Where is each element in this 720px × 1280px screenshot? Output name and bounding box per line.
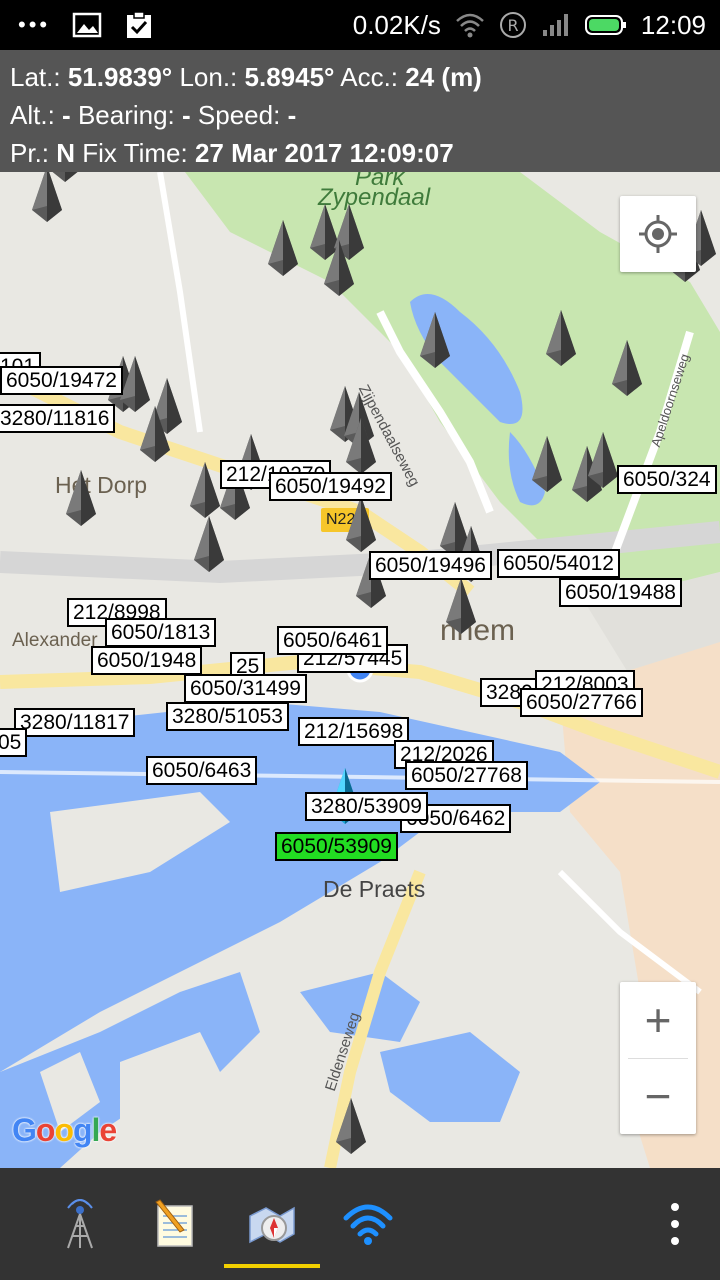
- cell-label[interactable]: 6050/6461: [277, 626, 389, 655]
- pr-label: Pr.:: [10, 138, 50, 168]
- acc-label: Acc.:: [340, 62, 399, 92]
- alt-value: -: [62, 100, 71, 130]
- overflow-dot: [671, 1202, 679, 1211]
- cell-label[interactable]: 6050/324: [617, 465, 717, 494]
- place-label-de-praets: De Praets: [323, 876, 426, 902]
- cell-label[interactable]: 6050/19488: [559, 578, 682, 607]
- cell-tower-pin-icon[interactable]: [346, 418, 376, 474]
- cell-label[interactable]: 6050/1948: [91, 646, 203, 675]
- cell-tower-pin-icon[interactable]: [346, 496, 376, 552]
- fix-time-value: 27 Mar 2017 12:09:07: [194, 138, 454, 168]
- location-info-panel: Lat.: 51.9839° Lon.: 5.8945° Acc.: 24 (m…: [0, 50, 720, 172]
- cell-tower-pin-icon[interactable]: [546, 310, 576, 366]
- info-row-fix: Pr.: N Fix Time: 27 Mar 2017 12:09:07: [10, 134, 710, 172]
- wifi-tab-icon: [343, 1204, 393, 1245]
- overflow-dot: [671, 1237, 679, 1246]
- cell-tower-pin-icon[interactable]: [268, 220, 298, 276]
- tab-cell-towers[interactable]: [50, 1194, 110, 1254]
- clipboard-check-icon: [127, 11, 152, 38]
- clock: 12:09: [640, 9, 706, 40]
- acc-value: 24 (m): [405, 62, 482, 92]
- bearing-value: -: [182, 100, 191, 130]
- cell-label[interactable]: 05: [0, 728, 28, 757]
- cell-tower-pin-icon[interactable]: [190, 462, 220, 518]
- cell-label[interactable]: 6050/31499: [184, 674, 307, 703]
- status-bar: ••• 0.02K/s R 12:09: [0, 0, 720, 50]
- zoom-out-button[interactable]: −: [620, 1059, 696, 1135]
- svg-text:R: R: [507, 16, 518, 35]
- more-vert-icon[interactable]: [660, 1198, 690, 1250]
- info-row-position: Lat.: 51.9839° Lon.: 5.8945° Acc.: 24 (m…: [10, 58, 710, 96]
- wifi-icon: [456, 13, 484, 38]
- cell-label[interactable]: 3280/53909: [305, 792, 428, 821]
- place-label-alexander: Alexander: [12, 630, 98, 651]
- lon-value: 5.8945°: [244, 62, 335, 92]
- gallery-icon: [72, 12, 102, 38]
- bottom-navigation: [0, 1168, 720, 1280]
- google-logo-text: Google: [12, 1112, 117, 1148]
- cell-tower-icon: [67, 1199, 93, 1249]
- tab-map[interactable]: [242, 1194, 302, 1254]
- cell-label[interactable]: 3280/51053: [166, 702, 289, 731]
- cell-label[interactable]: 6050/27768: [405, 761, 528, 790]
- cell-tower-pin-icon[interactable]: [32, 172, 62, 222]
- signal-icon: [542, 14, 568, 36]
- cell-label[interactable]: 6050/19472: [0, 366, 123, 395]
- cell-label[interactable]: 6050/27766: [520, 688, 643, 717]
- crosshair-icon: [639, 215, 677, 253]
- cell-tower-pin-icon[interactable]: [420, 312, 450, 368]
- map-view[interactable]: Park Zypendaal Het Dorp Alexander nhem D…: [0, 172, 720, 1168]
- cell-tower-pin-icon[interactable]: [140, 406, 170, 462]
- tab-log[interactable]: [145, 1194, 205, 1254]
- alt-label: Alt.:: [10, 100, 55, 130]
- cell-label[interactable]: 6050/54012: [497, 549, 620, 578]
- speed-label: Speed:: [197, 100, 281, 130]
- fix-time-label: Fix Time:: [82, 138, 188, 168]
- info-row-motion: Alt.: - Bearing: - Speed: -: [10, 96, 710, 134]
- cell-tower-pin-icon[interactable]: [324, 240, 354, 296]
- cell-label[interactable]: 6050/19496: [369, 551, 492, 580]
- zoom-controls: + −: [620, 982, 696, 1134]
- battery-icon: [584, 15, 626, 35]
- overflow-dot: [671, 1219, 679, 1228]
- cell-tower-pin-icon[interactable]: [532, 436, 562, 492]
- cell-label[interactable]: 6050/6463: [146, 756, 258, 785]
- cell-label[interactable]: 3280/11816: [0, 404, 116, 433]
- cell-tower-pin-icon[interactable]: [120, 356, 150, 412]
- notepad-icon: [155, 1199, 193, 1247]
- roaming-icon: R: [499, 12, 526, 38]
- cell-tower-pin-icon[interactable]: [446, 578, 476, 634]
- notification-dots: •••: [18, 12, 51, 37]
- lon-label: Lon.:: [179, 62, 238, 92]
- cell-tower-pin-icon[interactable]: [66, 470, 96, 526]
- tab-wifi[interactable]: [338, 1194, 398, 1254]
- cell-label-selected[interactable]: 6050/53909: [275, 832, 398, 861]
- cell-label[interactable]: 6050/19492: [269, 472, 392, 501]
- active-tab-indicator: [224, 1264, 320, 1268]
- cell-tower-pin-icon[interactable]: [194, 516, 224, 572]
- bearing-label: Bearing:: [77, 100, 175, 130]
- net-speed: 0.02K/s: [352, 9, 441, 40]
- cell-label[interactable]: 3280/11817: [14, 708, 136, 737]
- cell-tower-pin-icon[interactable]: [588, 432, 618, 488]
- my-location-button[interactable]: [620, 196, 696, 272]
- zoom-in-button[interactable]: +: [620, 982, 696, 1058]
- compass-map-icon: [249, 1206, 295, 1244]
- speed-value: -: [287, 100, 297, 130]
- cell-label[interactable]: 212/15698: [298, 717, 410, 746]
- cell-tower-pin-icon[interactable]: [336, 1098, 366, 1154]
- lat-value: 51.9839°: [67, 62, 173, 92]
- google-attribution-logo: Google: [12, 1112, 117, 1149]
- lat-label: Lat.:: [10, 62, 61, 92]
- pr-value: N: [56, 138, 76, 168]
- cell-label[interactable]: 6050/1813: [105, 618, 217, 647]
- cell-tower-pin-icon[interactable]: [612, 340, 642, 396]
